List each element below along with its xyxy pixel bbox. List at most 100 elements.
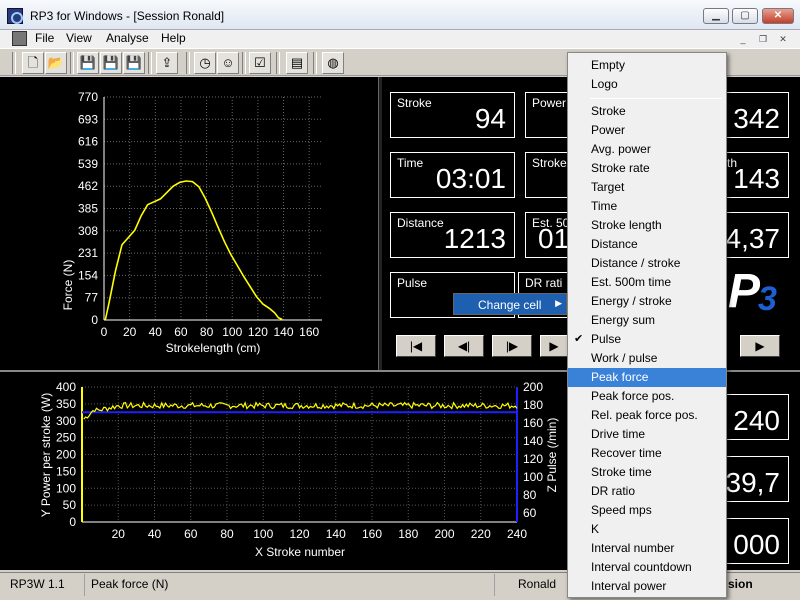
submenu-item-stroke-time[interactable]: Stroke time: [568, 463, 726, 482]
menu-analyse[interactable]: Analyse: [106, 31, 149, 45]
cell-distance-stroke[interactable]: 4,37: [726, 212, 789, 258]
open-icon[interactable]: 📂: [45, 52, 67, 74]
nav-prev-button[interactable]: ◀|: [444, 335, 484, 357]
submenu-item-stroke[interactable]: Stroke: [568, 102, 726, 121]
app-icon[interactable]: [7, 8, 23, 24]
submenu-item-peak-force-pos[interactable]: Peak force pos.: [568, 387, 726, 406]
submenu-item-k[interactable]: K: [568, 520, 726, 539]
context-menu[interactable]: Change cell ▶: [453, 293, 567, 315]
y-left-tick-label: 200: [56, 448, 76, 462]
submenu-item-rel-peak-force-pos[interactable]: Rel. peak force pos.: [568, 406, 726, 425]
menu-help[interactable]: Help: [161, 31, 186, 45]
x-tick-label: 220: [471, 527, 491, 541]
mdi-restore-button[interactable]: ❐: [755, 32, 771, 46]
cell-label: Stroke: [397, 96, 432, 110]
submenu-item-empty[interactable]: Empty: [568, 56, 726, 75]
globe-icon[interactable]: ◍: [322, 52, 344, 74]
nav-play-button[interactable]: ▶: [540, 335, 568, 357]
submenu-item-distance-stroke[interactable]: Distance / stroke: [568, 254, 726, 273]
new-icon[interactable]: 🗋: [22, 52, 44, 74]
y-right-tick-label: 200: [523, 380, 543, 394]
cell-value: 39,7: [725, 467, 781, 498]
cell-value: 01: [538, 223, 570, 254]
nav-last-button[interactable]: ▶: [740, 335, 780, 357]
session-y-left-label: Y Power per stroke (W): [39, 393, 53, 517]
chart-icon[interactable]: ▤: [286, 52, 308, 74]
x-tick-label: 120: [289, 527, 309, 541]
cell-lower-2[interactable]: 39,7: [725, 456, 789, 502]
submenu-item-peak-force[interactable]: Peak force: [568, 368, 726, 387]
submenu-item-label: Time: [591, 199, 618, 213]
submenu-item-interval-countdown[interactable]: Interval countdown: [568, 558, 726, 577]
maximize-button[interactable]: ▢: [732, 8, 758, 24]
submenu-item-energy-sum[interactable]: Energy sum: [568, 311, 726, 330]
mdi-minimize-button[interactable]: _: [735, 32, 751, 46]
y-tick-label: 539: [78, 157, 98, 171]
toolbar-separator: [313, 52, 317, 74]
minimize-button[interactable]: ▁: [703, 8, 729, 24]
export-icon[interactable]: ⇪: [156, 52, 178, 74]
submenu-item-stroke-length[interactable]: Stroke length: [568, 216, 726, 235]
submenu-item-est-500m-time[interactable]: Est. 500m time: [568, 273, 726, 292]
submenu-item-label: Recover time: [591, 446, 662, 460]
change-cell-menu-item[interactable]: Change cell: [478, 298, 541, 312]
cell-stroke-length[interactable]: th 143: [727, 152, 789, 198]
submenu-item-distance[interactable]: Distance: [568, 235, 726, 254]
save-icon[interactable]: 💾: [77, 52, 99, 74]
cell-avg-power[interactable]: 342: [727, 92, 789, 138]
status-separator: [494, 574, 495, 596]
submenu-item-pulse[interactable]: ✔ Pulse: [568, 330, 726, 349]
y-tick-label: 308: [78, 224, 98, 238]
nav-first-button[interactable]: |◀: [396, 335, 436, 357]
submenu-item-target[interactable]: Target: [568, 178, 726, 197]
cell-time[interactable]: Time 03:01: [390, 152, 515, 198]
toolbar-separator: [12, 52, 16, 74]
submenu-item-work-pulse[interactable]: Work / pulse: [568, 349, 726, 368]
close-button[interactable]: ✕: [762, 8, 794, 24]
submenu-item-label: Drive time: [591, 427, 646, 441]
document-icon[interactable]: [12, 31, 27, 46]
save-all-icon[interactable]: 💾: [123, 52, 145, 74]
vertical-splitter[interactable]: [378, 77, 382, 370]
cell-lower-1[interactable]: 240: [727, 394, 789, 440]
cell-value: 03:01: [435, 163, 506, 194]
x-tick-label: 140: [274, 325, 294, 339]
submenu-item-recover-time[interactable]: Recover time: [568, 444, 726, 463]
submenu-item-energy-stroke[interactable]: Energy / stroke: [568, 292, 726, 311]
y-right-tick-label: 140: [523, 434, 543, 448]
x-tick-label: 60: [184, 527, 198, 541]
save-as-icon[interactable]: 💾: [100, 52, 122, 74]
x-tick-label: 180: [398, 527, 418, 541]
submenu-item-time[interactable]: Time: [568, 197, 726, 216]
user-icon[interactable]: ☺: [217, 52, 239, 74]
cell-value: 1213: [443, 223, 506, 254]
submenu-item-drive-time[interactable]: Drive time: [568, 425, 726, 444]
submenu-item-interval-power[interactable]: Interval power: [568, 577, 726, 596]
y-left-tick-label: 100: [56, 481, 76, 495]
checklist-icon[interactable]: ☑: [249, 52, 271, 74]
cell-distance[interactable]: Distance 1213: [390, 212, 515, 258]
submenu-item-label: Pulse: [591, 332, 622, 346]
cell-stroke[interactable]: Stroke 94: [390, 92, 515, 138]
clock-icon[interactable]: ◷: [194, 52, 216, 74]
cell-lower-3[interactable]: 000: [727, 518, 789, 564]
menu-view[interactable]: View: [66, 31, 92, 45]
submenu-item-logo[interactable]: Logo: [568, 75, 726, 94]
submenu-item-label: Work / pulse: [591, 351, 658, 365]
status-session: sion: [728, 577, 753, 591]
nav-next-button[interactable]: |▶: [492, 335, 532, 357]
menu-file[interactable]: File: [35, 31, 54, 45]
submenu-item-avg-power[interactable]: Avg. power: [568, 140, 726, 159]
submenu-item-dr-ratio[interactable]: DR ratio: [568, 482, 726, 501]
mdi-close-button[interactable]: ✕: [775, 32, 791, 46]
submenu-item-speed-mps[interactable]: Speed mps: [568, 501, 726, 520]
submenu-item-interval-number[interactable]: Interval number: [568, 539, 726, 558]
window-title: RP3 for Windows - [Session Ronald]: [30, 9, 225, 23]
status-user: Ronald: [518, 577, 557, 591]
submenu-item-stroke-rate[interactable]: Stroke rate: [568, 159, 726, 178]
session-chart: 0 50 100 150 200 250 300 350 400 60 80 100 120 140 16…: [39, 380, 559, 559]
x-tick-label: 80: [220, 527, 234, 541]
y-right-tick-label: 80: [523, 488, 537, 502]
checkmark-icon: ✔: [574, 333, 584, 345]
submenu-item-power[interactable]: Power: [568, 121, 726, 140]
